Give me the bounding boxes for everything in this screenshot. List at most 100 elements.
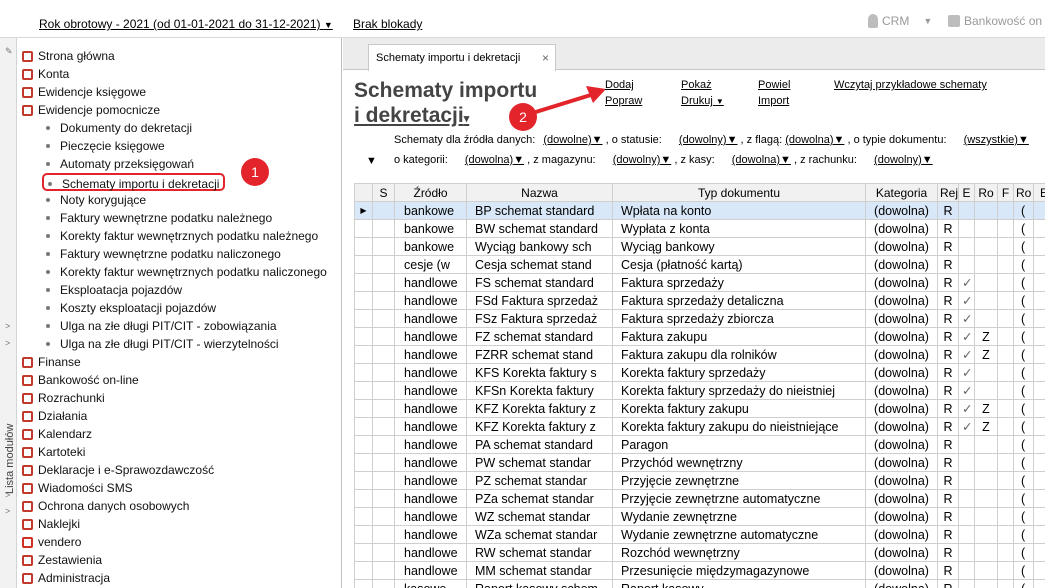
table-row[interactable]: handlowe PZ schemat standar Przyjęcie zewn… — [354, 471, 1045, 490]
bank-button[interactable]: Bankowość on — [948, 14, 1042, 28]
table-row[interactable]: handlowe PA schemat standard Paragon (dowol… — [354, 435, 1045, 454]
filter-flag-dropdown[interactable]: (dowolna)▼ — [785, 134, 844, 146]
tree-item-ulga-na-złe-długi-pit-cit-wierzytelności[interactable]: Ulga na złe długi PIT/CIT - wierzytelnoś… — [46, 335, 279, 353]
filter-status-dropdown[interactable]: (dowolny)▼ — [679, 134, 738, 146]
schemes-grid[interactable]: S Źródło Nazwa Typ dokumentu Kategoria Rej E Ro… — [354, 183, 1045, 588]
column-header[interactable]: E — [1033, 183, 1045, 202]
column-header[interactable]: F — [997, 183, 1014, 202]
table-row[interactable]: handlowe KFZ Korekta faktury z Korekta fak… — [354, 417, 1045, 436]
tree-item-eksploatacja-pojazdów[interactable]: Eksploatacja pojazdów — [46, 281, 182, 299]
table-row[interactable]: bankowe BW schemat standard Wypłata z kont… — [354, 219, 1045, 238]
table-row[interactable]: handlowe MM schemat standar Przesunięcie m… — [354, 561, 1045, 580]
filter-warehouse-dropdown[interactable]: (dowolny)▼ — [613, 154, 672, 166]
tree-item-koszty-eksploatacji-pojazdów[interactable]: Koszty eksploatacji pojazdów — [46, 299, 216, 317]
table-row[interactable]: handlowe WZa schemat standar Wydanie zewnę… — [354, 525, 1045, 544]
bullet-icon — [46, 288, 50, 292]
tree-item-wiadomości-sms[interactable]: Wiadomości SMS — [22, 479, 133, 497]
tree-item-konta[interactable]: Konta — [22, 65, 69, 83]
column-header[interactable]: Ro — [1013, 183, 1034, 202]
tree-item-label: Korekty faktur wewnętrznych podatku nali… — [60, 265, 327, 279]
filter-cash-dropdown[interactable]: (dowolna)▼ — [732, 154, 791, 166]
table-row[interactable]: ▶ bankowe BP schemat standard Wpłata na kon… — [354, 201, 1045, 220]
tree-item-działania[interactable]: Działania — [22, 407, 87, 425]
duplicate-button[interactable]: Powiel — [758, 79, 790, 91]
tree-item-naklejki[interactable]: Naklejki — [22, 515, 80, 533]
tree-item-pieczęcie-księgowe[interactable]: Pieczęcie księgowe — [46, 137, 165, 155]
tree-item-rozrachunki[interactable]: Rozrachunki — [22, 389, 105, 407]
import-button[interactable]: Import — [758, 95, 789, 107]
tree-item-finanse[interactable]: Finanse — [22, 353, 81, 371]
cell-doc-type: Raport kasowy — [612, 579, 866, 588]
table-row[interactable]: handlowe FZRR schemat stand Faktura zakupu… — [354, 345, 1045, 364]
column-header[interactable] — [354, 183, 373, 202]
table-row[interactable]: handlowe PW schemat standar Przychód wewnę… — [354, 453, 1045, 472]
tree-item-vendero[interactable]: vendero — [22, 533, 81, 551]
page-title-selector[interactable]: i dekretacji▾ — [354, 103, 537, 132]
print-button[interactable]: Drukuj ▼ — [681, 95, 724, 107]
column-header[interactable]: Kategoria — [865, 183, 938, 202]
cell-f — [997, 507, 1014, 526]
collapse-filters-icon[interactable]: ▼ — [366, 155, 377, 167]
column-header[interactable]: Ro — [974, 183, 998, 202]
tree-item-ewidencje-księgowe[interactable]: Ewidencje księgowe — [22, 83, 146, 101]
pin-icon[interactable]: ✎ — [5, 46, 13, 57]
table-row[interactable]: handlowe FS schemat standard Faktura sprze… — [354, 273, 1045, 292]
tree-item-noty-korygujące[interactable]: Noty korygujące — [46, 191, 146, 209]
column-header[interactable]: Rej — [937, 183, 959, 202]
table-row[interactable]: handlowe KFSn Korekta faktury Korekta fakt… — [354, 381, 1045, 400]
table-row[interactable]: handlowe WZ schemat standar Wydanie zewnęt… — [354, 507, 1045, 526]
tree-item-automaty-przeksięgowań[interactable]: Automaty przeksięgowań — [46, 155, 194, 173]
edit-button[interactable]: Popraw — [605, 95, 642, 107]
column-header[interactable]: Nazwa — [466, 183, 613, 202]
crm-button[interactable]: CRM ▼ — [868, 14, 932, 28]
tree-item-ewidencje-pomocnicze[interactable]: Ewidencje pomocnicze — [22, 101, 160, 119]
tab-schematy[interactable]: Schematy importu i dekretacji × — [368, 44, 556, 71]
lock-status-link[interactable]: Brak blokady — [353, 17, 422, 31]
table-row[interactable]: handlowe FZ schemat standard Faktura zakup… — [354, 327, 1045, 346]
tree-item-faktury-wewnętrzne-podatku-naliczonego[interactable]: Faktury wewnętrzne podatku naliczonego — [46, 245, 281, 263]
column-header[interactable]: Źródło — [394, 183, 467, 202]
add-button[interactable]: Dodaj — [605, 79, 634, 91]
column-header[interactable]: E — [958, 183, 975, 202]
table-row[interactable]: bankowe Wyciąg bankowy sch Wyciąg bankowy(… — [354, 237, 1045, 256]
tree-item-zestawienia[interactable]: Zestawienia — [22, 551, 102, 569]
show-button[interactable]: Pokaż — [681, 79, 712, 91]
tree-item-bankowość-on-line[interactable]: Bankowość on-line — [22, 371, 139, 389]
filter-doctype-dropdown[interactable]: (wszystkie)▼ — [964, 134, 1029, 146]
table-row[interactable]: cesje (w Cesja schemat stand Cesja (płatno… — [354, 255, 1045, 274]
table-row[interactable]: kasoweRaport kasowy schemRaport kasowy(d… — [354, 579, 1045, 588]
expand-arrow-icon[interactable]: > — [5, 338, 10, 348]
column-header[interactable]: Typ dokumentu — [612, 183, 866, 202]
tree-item-strona-główna[interactable]: Strona główna — [22, 47, 115, 65]
expand-arrow-icon[interactable]: > — [5, 321, 10, 331]
table-row[interactable]: handlowe RW schemat standar Rozchód wewnęt… — [354, 543, 1045, 562]
fiscal-year-selector[interactable]: Rok obrotowy - 2021 (od 01-01-2021 do 31… — [39, 17, 333, 31]
table-row[interactable]: handlowe PZa schemat standar Przyjęcie zew… — [354, 489, 1045, 508]
tree-item-dokumenty-do-dekretacji[interactable]: Dokumenty do dekretacji — [46, 119, 192, 137]
cell-source: handlowe — [394, 435, 467, 454]
load-examples-button[interactable]: Wczytaj przykładowe schematy — [834, 79, 987, 91]
table-row[interactable]: handlowe KFZ Korekta faktury z Korekta fak… — [354, 399, 1045, 418]
filter-account-dropdown[interactable]: (dowolny)▼ — [874, 154, 933, 166]
tree-item-korekty-faktur-wewnętrznych-podatku-należnego[interactable]: Korekty faktur wewnętrznych podatku nale… — [46, 227, 318, 245]
table-row[interactable]: handlowe FSz Faktura sprzedaż Faktura sprz… — [354, 309, 1045, 328]
filter-category-dropdown[interactable]: (dowolna)▼ — [465, 154, 524, 166]
tree-item-kartoteki[interactable]: Kartoteki — [22, 443, 85, 461]
tree-item-ochrona-danych-osobowych[interactable]: Ochrona danych osobowych — [22, 497, 189, 515]
filter-source-dropdown[interactable]: (dowolne)▼ — [543, 134, 602, 146]
tree-item-administracja[interactable]: Administracja — [22, 569, 110, 587]
tree-item-korekty-faktur-wewnętrznych-podatku-naliczonego[interactable]: Korekty faktur wewnętrznych podatku nali… — [46, 263, 327, 281]
tree-item-deklaracje-i-e-sprawozdawczość[interactable]: Deklaracje i e-Sprawozdawczość — [22, 461, 214, 479]
tree-item-ulga-na-złe-długi-pit-cit-zobowiązania[interactable]: Ulga na złe długi PIT/CIT - zobowiązania — [46, 317, 277, 335]
tree-item-schematy-importu-i-dekretacji[interactable]: Schematy importu i dekretacji — [42, 173, 226, 191]
tree-item-faktury-wewnętrzne-podatku-należnego[interactable]: Faktury wewnętrzne podatku należnego — [46, 209, 272, 227]
expand-arrow-icon[interactable]: > — [5, 490, 10, 500]
close-icon[interactable]: × — [542, 45, 549, 71]
module-list-rail[interactable]: ✎ > > Lista modułów > > — [0, 38, 17, 588]
tree-item-kalendarz[interactable]: Kalendarz — [22, 425, 92, 443]
expand-arrow-icon[interactable]: > — [5, 506, 10, 516]
column-header[interactable]: S — [372, 183, 395, 202]
cell-doc-type: Faktura sprzedaży detaliczna — [612, 291, 866, 310]
table-row[interactable]: handlowe KFS Korekta faktury s Korekta fak… — [354, 363, 1045, 382]
table-row[interactable]: handlowe FSd Faktura sprzedaż Faktura sprz… — [354, 291, 1045, 310]
